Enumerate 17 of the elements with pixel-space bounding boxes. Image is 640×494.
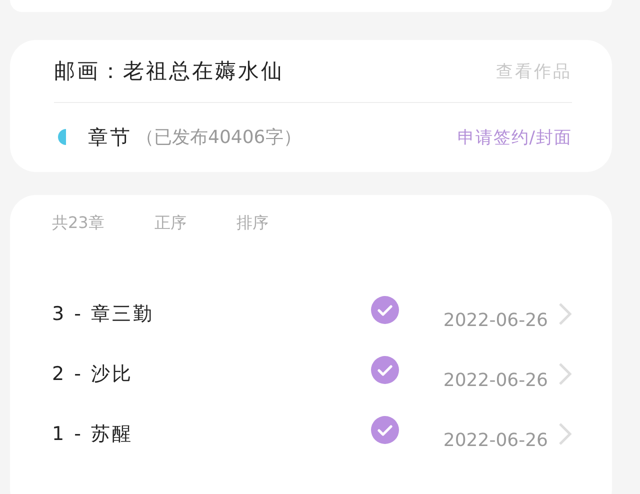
- work-title: 邮画：老祖总在薅水仙: [54, 58, 284, 85]
- chapter-count: 共23章: [52, 213, 104, 234]
- apply-link[interactable]: 申请签约/封面: [457, 126, 572, 148]
- chevron-icon[interactable]: [558, 422, 572, 446]
- chapter-date: 2022-06-26: [443, 310, 548, 330]
- chapter-date: 2022-06-26: [443, 370, 548, 390]
- chapter-title[interactable]: 1 - 苏醒: [52, 421, 372, 447]
- chevron-icon[interactable]: [558, 302, 572, 326]
- word-count: （已发布40406字）: [136, 126, 302, 149]
- chevron-icon[interactable]: [558, 362, 572, 386]
- section-label: 章节: [88, 124, 132, 150]
- chapter-date: 2022-06-26: [443, 430, 548, 450]
- order-button[interactable]: 正序: [154, 213, 186, 234]
- marker-icon: [58, 129, 66, 145]
- chapter-title[interactable]: 3 - 章三勤: [52, 301, 372, 327]
- sort-button[interactable]: 排序: [236, 213, 268, 234]
- chapter-title[interactable]: 2 - 沙比: [52, 361, 372, 387]
